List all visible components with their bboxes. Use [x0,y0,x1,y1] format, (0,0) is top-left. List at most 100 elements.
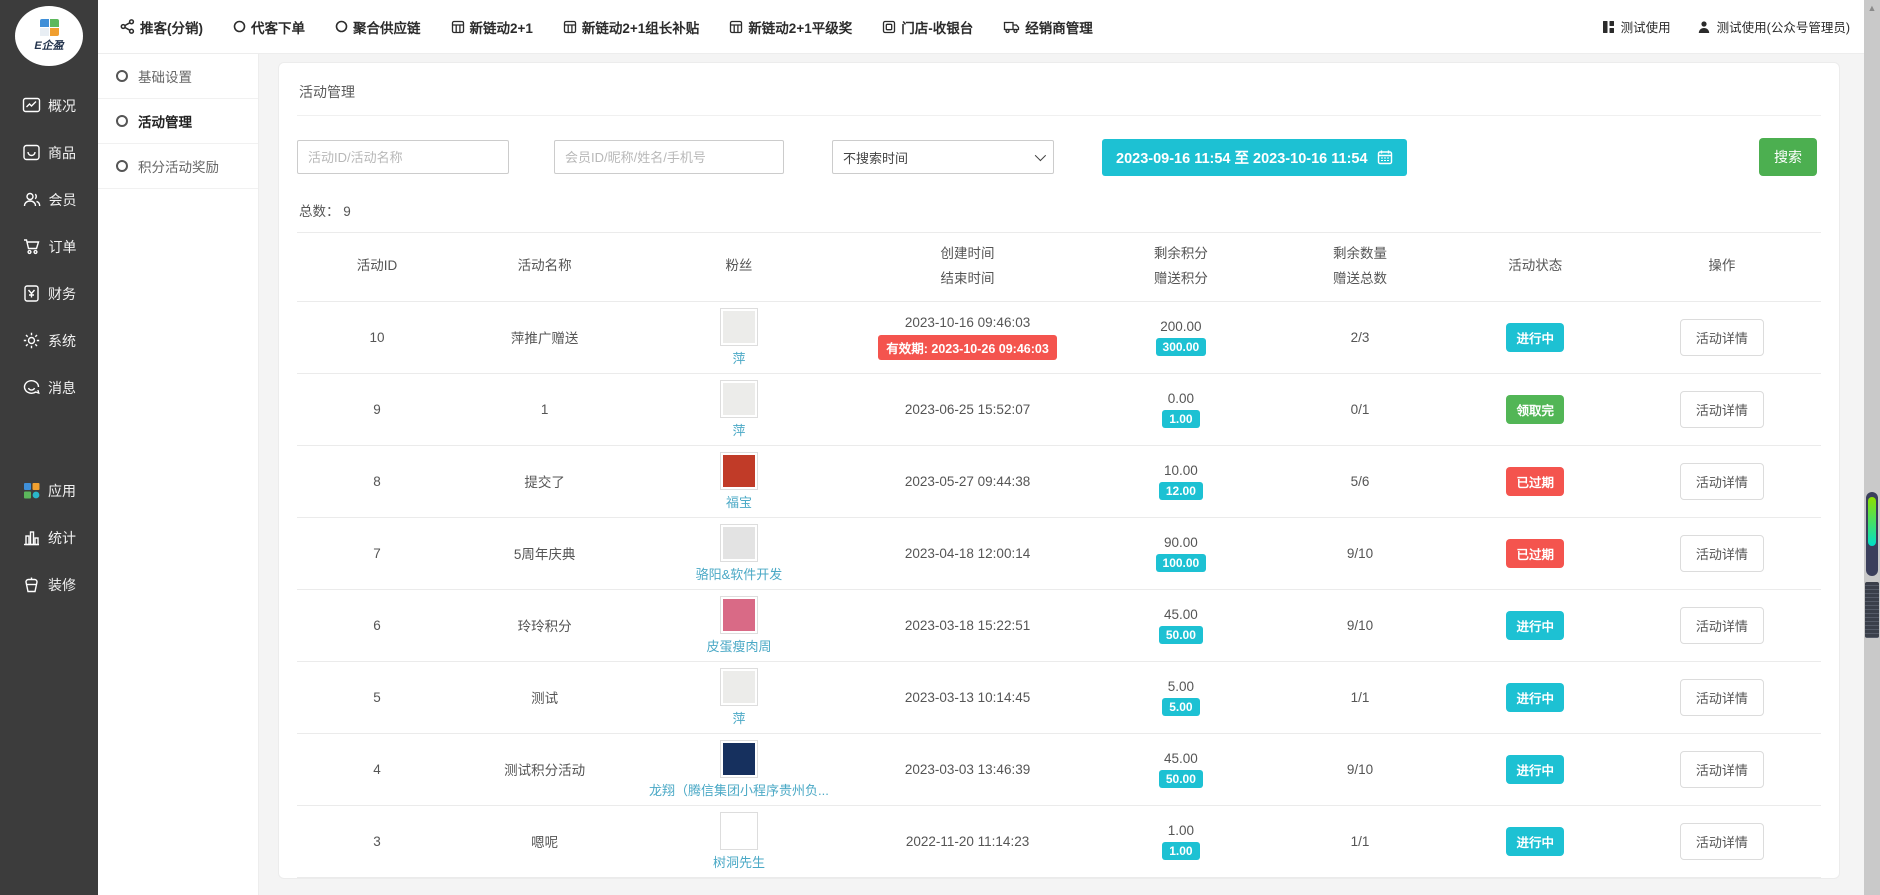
grid-icon [729,20,743,34]
fan-name-link[interactable]: 皮蛋瘦肉周 [706,636,771,655]
col-header-action: 操作 [1623,254,1821,279]
cell-activity-id: 9 [297,402,457,417]
topnav-item-dealer[interactable]: 经销商管理 [1003,17,1093,37]
cell-time: 2023-06-25 15:52:07 [846,402,1090,417]
cell-activity-name: 5周年庆典 [457,543,632,563]
calendar-icon [1377,149,1393,165]
cell-points: 45.00 50.00 [1089,751,1272,788]
scrollbar-thumb[interactable] [1865,582,1879,638]
scroll-up-arrow-icon[interactable]: ▲ [1864,0,1880,16]
stats-icon [22,528,41,547]
activity-detail-button[interactable]: 活动详情 [1680,463,1764,500]
sidebar-item-member[interactable]: 会员 [0,176,98,223]
activity-detail-button[interactable]: 活动详情 [1680,535,1764,572]
topnav-item-supply-chain[interactable]: 聚合供应链 [335,17,421,37]
sidebar-item-message[interactable]: 消息 [0,364,98,411]
remaining-points: 10.00 [1089,463,1272,478]
fan-cell: 龙翔（腾信集团小程序贵州负... [632,740,845,799]
date-range-button[interactable]: 2023-09-16 11:54 至 2023-10-16 11:54 [1102,139,1407,176]
submenu-item-activity-management[interactable]: 活动管理 [98,99,258,144]
activity-detail-button[interactable]: 活动详情 [1680,319,1764,356]
topnav-item-chain-21[interactable]: 新链动2+1 [451,17,533,37]
cell-quantity: 1/1 [1272,690,1447,705]
col-header-status: 活动状态 [1448,254,1623,279]
activity-detail-button[interactable]: 活动详情 [1680,391,1764,428]
status-badge: 领取完 [1506,395,1564,424]
status-badge: 已过期 [1506,539,1564,568]
user-menu[interactable]: 测试使用(公众号管理员) [1697,17,1850,36]
fan-name-link[interactable]: 骆阳&软件开发 [696,564,783,583]
cell-points: 200.00 300.00 [1089,319,1272,356]
main-content: 活动管理 不搜索时间 2023-09-16 11:54 至 2023-10-16… [258,54,1864,895]
page-title: 活动管理 [297,63,1821,116]
cell-activity-name: 提交了 [457,471,632,491]
topnav-label: 新链动2+1平级奖 [748,17,852,37]
table-row: 2 测试 瑞瑞#小程序源码系统开发 2022-10-11 17:58:56 4.… [297,878,1821,879]
fan-name-link[interactable]: 龙翔（腾信集团小程序贵州负... [649,780,829,799]
deco-icon [22,575,41,594]
activity-detail-button[interactable]: 活动详情 [1680,607,1764,644]
created-time: 2023-04-18 12:00:14 [846,546,1090,561]
status-badge: 进行中 [1506,683,1564,712]
activity-detail-button[interactable]: 活动详情 [1680,751,1764,788]
cell-quantity: 1/1 [1272,834,1447,849]
table-row: 6 玲玲积分 皮蛋瘦肉周 2023-03-18 15:22:51 45.00 5… [297,590,1821,662]
account-menu[interactable]: 测试使用 [1602,17,1671,36]
avatar [720,452,758,490]
table-row: 3 嗯呢 树洞先生 2022-11-20 11:14:23 1.00 1.00 [297,806,1821,878]
fan-name-link[interactable]: 树洞先生 [713,852,765,871]
time-filter-select[interactable]: 不搜索时间 [832,140,1054,174]
search-button[interactable]: 搜索 [1759,138,1817,176]
activity-detail-button[interactable]: 活动详情 [1680,679,1764,716]
sidebar-item-finance[interactable]: 财务 [0,270,98,317]
activity-detail-button[interactable]: 活动详情 [1680,823,1764,860]
cell-quantity: 9/10 [1272,762,1447,777]
submenu-label: 积分活动奖励 [138,156,219,176]
brand-logo[interactable]: E企盈 [15,6,83,66]
topnav-item-chain-21-peer[interactable]: 新链动2+1平级奖 [729,17,852,37]
vertical-scrollbar[interactable]: ▲ [1864,0,1880,895]
sidebar-item-label: 装修 [48,575,76,595]
created-time: 2023-03-18 15:22:51 [846,618,1090,633]
cell-activity-name: 萍推广赠送 [457,327,632,347]
topnav-item-store-cashier[interactable]: 门店-收银台 [882,17,973,37]
cell-activity-name: 玲玲积分 [457,615,632,635]
sidebar-item-system[interactable]: 系统 [0,317,98,364]
remaining-points: 200.00 [1089,319,1272,334]
topnav-item-chain-21-leader[interactable]: 新链动2+1组长补贴 [563,17,699,37]
sidebar-item-goods[interactable]: 商品 [0,129,98,176]
submenu-label: 基础设置 [138,66,192,86]
topnav-item-proxy-order[interactable]: 代客下单 [233,17,305,37]
sidebar-item-apps[interactable]: 应用 [0,467,98,514]
topnav-item-distribution[interactable]: 推客(分销) [120,17,203,37]
topnav-label: 代客下单 [251,17,305,37]
sidebar-item-overview[interactable]: 概况 [0,82,98,129]
user-label: 测试使用(公众号管理员) [1717,17,1850,36]
apps-color-icon [22,481,41,500]
fan-name-link[interactable]: 福宝 [726,492,752,511]
cell-points: 10.00 12.00 [1089,463,1272,500]
fan-cell: 树洞先生 [632,812,845,871]
activity-search-input[interactable] [297,140,509,174]
submenu-panel: 基础设置 活动管理 积分活动奖励 [98,54,258,895]
sidebar-item-label: 应用 [48,481,76,501]
sidebar-item-order[interactable]: 订单 [0,223,98,270]
sidebar-item-stats[interactable]: 统计 [0,514,98,561]
cell-points: 45.00 50.00 [1089,607,1272,644]
fan-name-link[interactable]: 萍 [732,348,745,367]
fan-name-link[interactable]: 萍 [732,420,745,439]
sidebar-item-deco[interactable]: 装修 [0,561,98,608]
topbar-right: 测试使用 测试使用(公众号管理员) [1602,17,1850,36]
topnav-label: 推客(分销) [140,17,203,37]
table-header-row: 活动ID 活动名称 粉丝 创建时间结束时间 剩余积分赠送积分 剩余数量赠送总数 … [297,232,1821,302]
store-icon [882,20,896,34]
cell-activity-id: 7 [297,546,457,561]
fan-cell: 萍 [632,380,845,439]
remaining-points: 1.00 [1089,823,1272,838]
topnav-label: 新链动2+1组长补贴 [582,17,699,37]
fan-name-link[interactable]: 萍 [732,708,745,727]
submenu-item-points-reward[interactable]: 积分活动奖励 [98,144,258,189]
circle-icon [233,20,246,33]
member-search-input[interactable] [554,140,784,174]
submenu-item-basic-settings[interactable]: 基础设置 [98,54,258,99]
